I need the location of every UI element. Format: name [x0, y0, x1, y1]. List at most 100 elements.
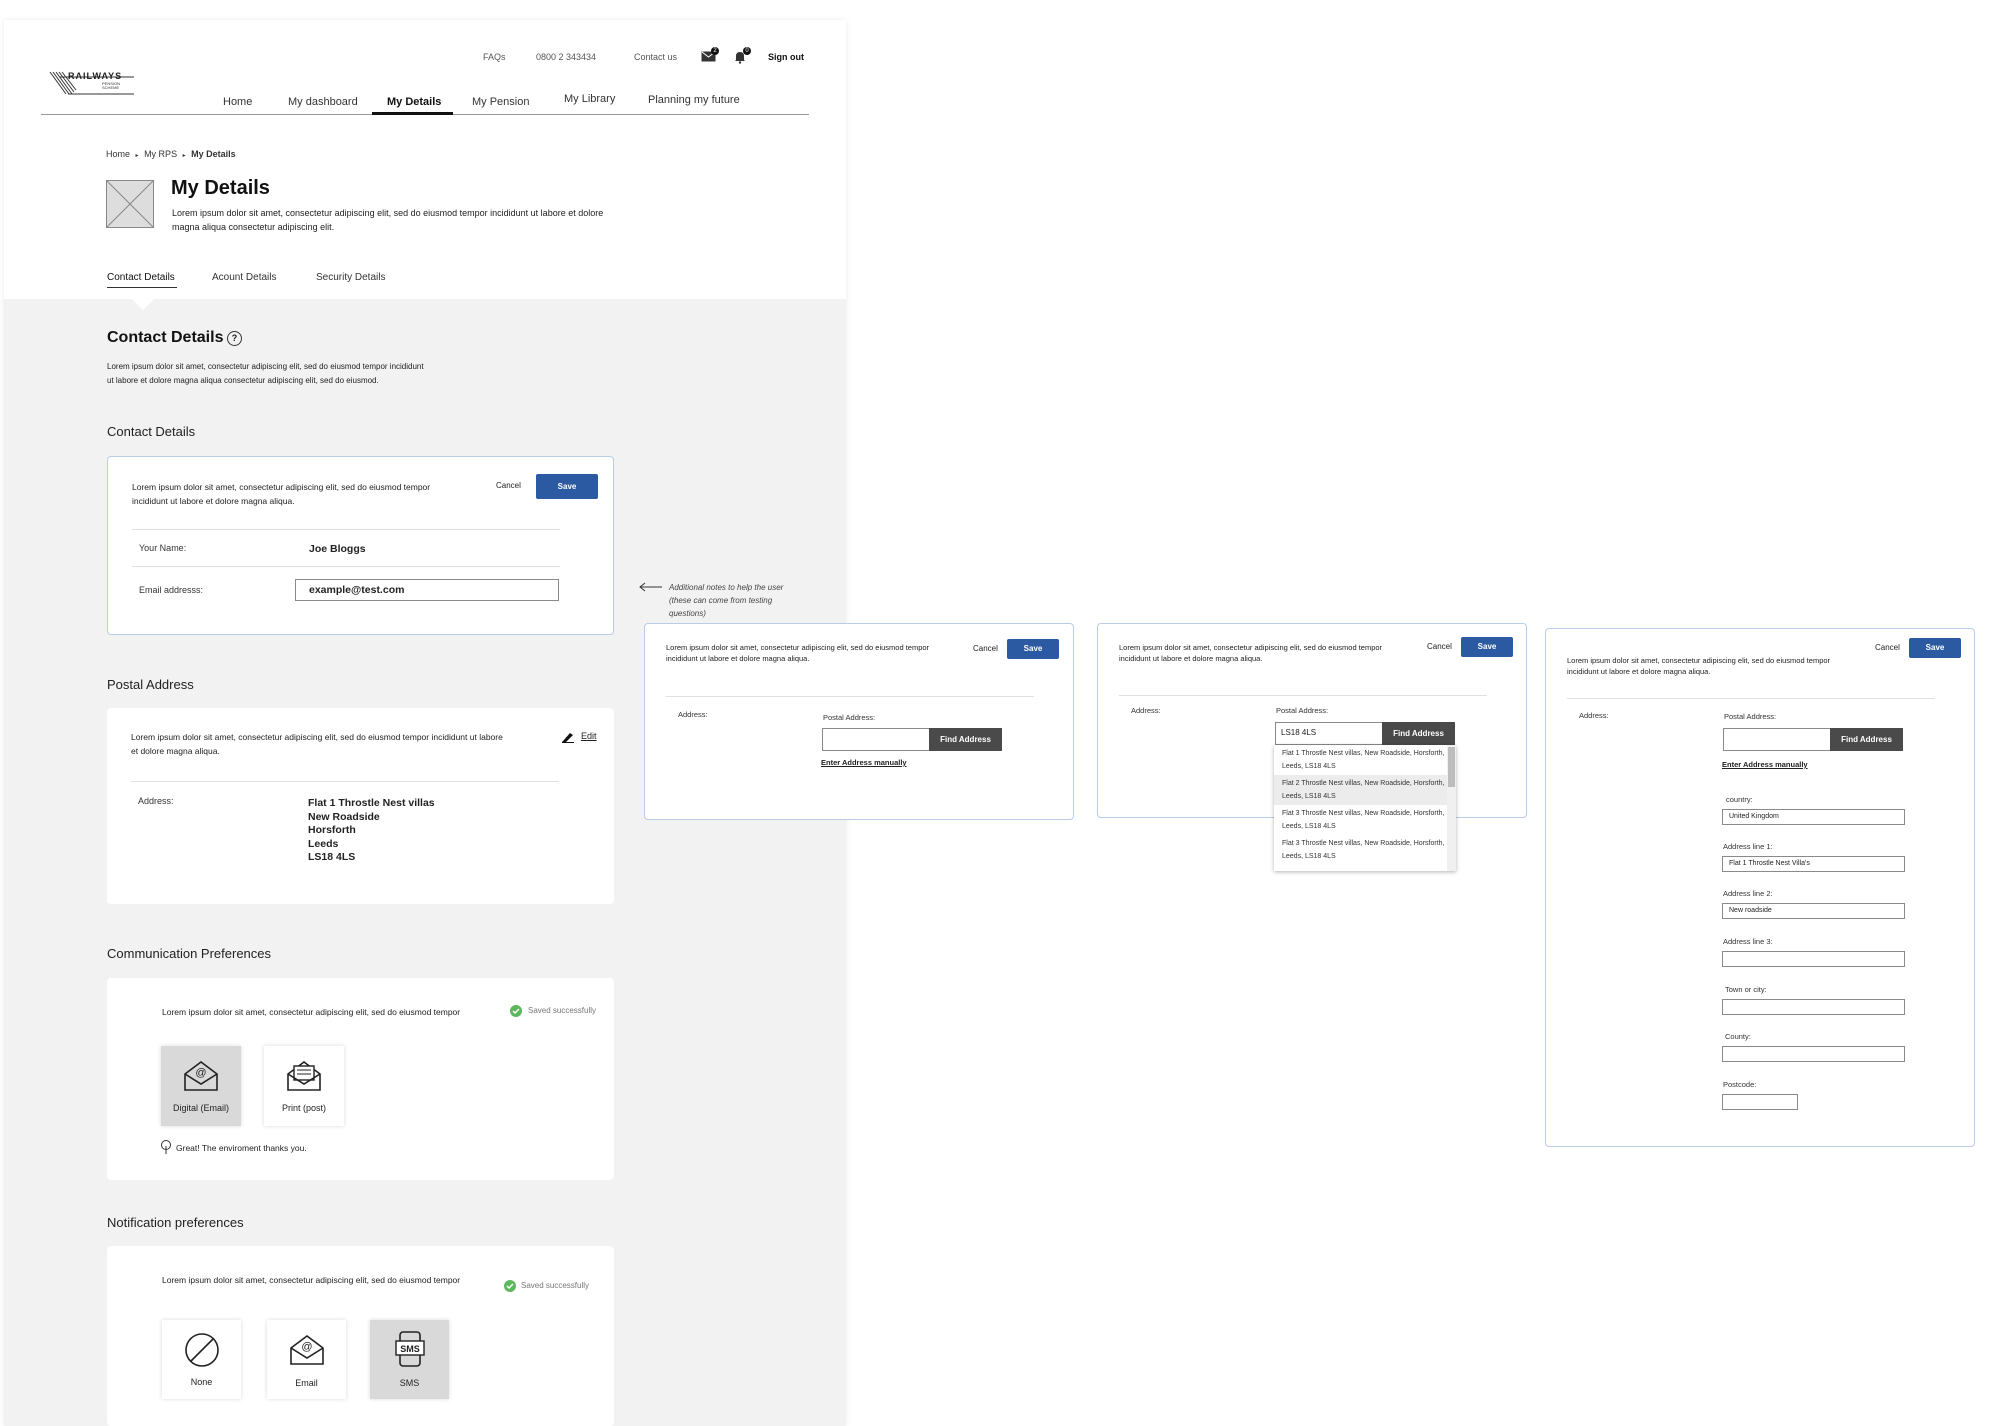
address-line-1-field[interactable]: Flat 1 Throstle Nest Villa's	[1722, 856, 1905, 872]
find-address-button[interactable]: Find Address	[1382, 722, 1455, 745]
address-result-option[interactable]: Flat 2 Throstle Nest villas, New Roadsid…	[1274, 775, 1456, 805]
sms-phone-icon: SMS	[395, 1331, 425, 1367]
nav-my-pension[interactable]: My Pension	[472, 96, 529, 108]
address-result-option[interactable]: Flat 3 Throstle Nest villas, New Roadsid…	[1274, 835, 1456, 865]
none-label: None	[190, 1377, 213, 1387]
enter-address-manually-link[interactable]: Enter Address manually	[1722, 760, 1808, 769]
breadcrumb-my-rps[interactable]: My RPS	[144, 149, 177, 159]
pencil-icon	[562, 733, 574, 743]
divider	[132, 529, 560, 530]
annotation-note-line: questions)	[669, 609, 706, 618]
postcode-label: Postcode:	[1723, 1080, 1757, 1089]
nav-home[interactable]: Home	[223, 96, 252, 108]
address-result-option[interactable]: Flat 1 Throstle Nest villas, New Roadsid…	[1274, 745, 1456, 775]
profile-image-placeholder-icon	[106, 180, 154, 228]
town-field[interactable]	[1722, 999, 1905, 1015]
panel-text-line: incididunt ut labore et dolore magna ali…	[1567, 667, 1711, 676]
edit-button[interactable]: Edit	[561, 730, 597, 748]
postal-card-text-line: et dolore magna aliqua.	[131, 746, 220, 756]
postcode-field[interactable]	[1722, 1094, 1798, 1110]
tab-pointer	[132, 299, 154, 310]
tab-security-details[interactable]: Security Details	[316, 272, 385, 283]
address-result-line: Leeds, LS18 4LS	[1282, 763, 1336, 770]
svg-text:@: @	[195, 1067, 206, 1079]
phone-number: 0800 2 343434	[536, 52, 597, 62]
nav-my-library[interactable]: My Library	[564, 93, 615, 105]
divider	[131, 781, 559, 782]
faqs-link[interactable]: FAQs	[483, 52, 506, 62]
save-button[interactable]: Save	[1007, 639, 1059, 659]
cancel-button[interactable]: Cancel	[973, 644, 998, 653]
address-line-3-field[interactable]	[1722, 951, 1905, 967]
dropdown-scrollbar-thumb[interactable]	[1448, 747, 1455, 787]
save-button[interactable]: Save	[1461, 637, 1513, 657]
address-result-line: Flat 3 Throstle Nest villas, New Roadsid…	[1282, 840, 1445, 847]
breadcrumb-separator-icon: ▸	[135, 153, 139, 159]
digital-email-label: Digital (Email)	[172, 1103, 229, 1113]
country-field[interactable]: United Kingdom	[1722, 809, 1905, 825]
saved-status: Saved successfully	[521, 1281, 590, 1290]
postcode-input[interactable]	[822, 728, 930, 751]
postcode-input-value: LS18 4LS	[1281, 728, 1317, 737]
divider	[1567, 698, 1935, 699]
contact-section-description-line: Lorem ipsum dolor sit amet, consectetur …	[107, 362, 424, 371]
save-button[interactable]: Save	[1909, 638, 1961, 658]
letter-envelope-icon	[287, 1061, 321, 1091]
email-envelope-icon: @	[184, 1061, 218, 1091]
email-label: Email addresss:	[139, 585, 204, 595]
mail-button[interactable]: 2	[701, 47, 719, 63]
panel-text: Lorem ipsum dolor sit amet, consectetur …	[1567, 655, 1830, 677]
cancel-button[interactable]: Cancel	[1427, 642, 1452, 651]
sms-label: SMS	[399, 1378, 420, 1388]
bell-count-badge: 0	[743, 47, 751, 55]
nav-my-details[interactable]: My Details	[387, 96, 441, 108]
none-option[interactable]: None	[162, 1320, 241, 1399]
address-line-1-label: Address line 1:	[1723, 842, 1773, 851]
enter-address-manually-link[interactable]: Enter Address manually	[821, 758, 907, 767]
nav-planning-my-future[interactable]: Planning my future	[648, 94, 740, 106]
find-address-button[interactable]: Find Address	[929, 728, 1002, 751]
notifications-button[interactable]: 0	[733, 47, 751, 64]
railways-logo[interactable]: RAILWAYS PENSION SCHEME	[48, 68, 138, 104]
email-field[interactable]: example@test.com	[295, 579, 559, 601]
sms-option[interactable]: SMS SMS	[370, 1320, 449, 1399]
svg-text:@: @	[301, 1341, 312, 1353]
address-line: New Roadside	[308, 810, 380, 823]
save-button[interactable]: Save	[536, 474, 598, 499]
postal-address-label: Postal Address:	[823, 713, 876, 722]
county-label: County:	[1725, 1032, 1751, 1041]
check-circle-icon	[504, 1280, 516, 1292]
site-header	[4, 20, 846, 299]
tab-account-details[interactable]: Acount Details	[212, 272, 276, 283]
cancel-button[interactable]: Cancel	[496, 481, 521, 490]
address-line-3-label: Address line 3:	[1723, 937, 1773, 946]
address-line-2-field[interactable]: New roadside	[1722, 903, 1905, 919]
notification-preferences-card: Lorem ipsum dolor sit amet, consectetur …	[107, 1246, 614, 1426]
county-field[interactable]	[1722, 1046, 1905, 1062]
address-label: Address:	[138, 796, 174, 806]
environment-message: Great! The enviroment thanks you.	[176, 1143, 307, 1153]
help-icon[interactable]: ?	[227, 331, 242, 346]
tab-contact-details[interactable]: Contact Details	[107, 272, 175, 283]
address-line-2-label: Address line 2:	[1723, 889, 1773, 898]
contact-card-text-line: incididunt ut labore et dolore magna ali…	[132, 496, 295, 506]
address-result-option[interactable]: Flat 3 Throstle Nest villas, New Roadsid…	[1274, 805, 1456, 835]
panel-text: Lorem ipsum dolor sit amet, consectetur …	[1119, 642, 1382, 664]
nav-my-dashboard[interactable]: My dashboard	[288, 96, 358, 108]
dropdown-scrollbar[interactable]	[1447, 745, 1456, 871]
contact-details-card: Lorem ipsum dolor sit amet, consectetur …	[107, 456, 614, 635]
postal-card-text: Lorem ipsum dolor sit amet, consectetur …	[131, 730, 503, 758]
cancel-button[interactable]: Cancel	[1875, 643, 1900, 652]
print-post-option[interactable]: Print (post)	[264, 1046, 344, 1126]
postal-address-label: Postal Address:	[1276, 706, 1329, 715]
postcode-input[interactable]: LS18 4LS	[1275, 722, 1383, 745]
email-option[interactable]: @ Email	[267, 1320, 346, 1399]
digital-email-option[interactable]: @ Digital (Email)	[161, 1046, 241, 1126]
page-description-line: Lorem ipsum dolor sit amet, consectetur …	[172, 208, 604, 218]
postcode-input[interactable]	[1723, 728, 1831, 751]
find-address-button[interactable]: Find Address	[1830, 728, 1903, 751]
panel-text-line: Lorem ipsum dolor sit amet, consectetur …	[666, 643, 930, 652]
contact-us-link[interactable]: Contact us	[634, 52, 677, 62]
breadcrumb-home[interactable]: Home	[106, 149, 130, 159]
sign-out-link[interactable]: Sign out	[768, 52, 804, 62]
